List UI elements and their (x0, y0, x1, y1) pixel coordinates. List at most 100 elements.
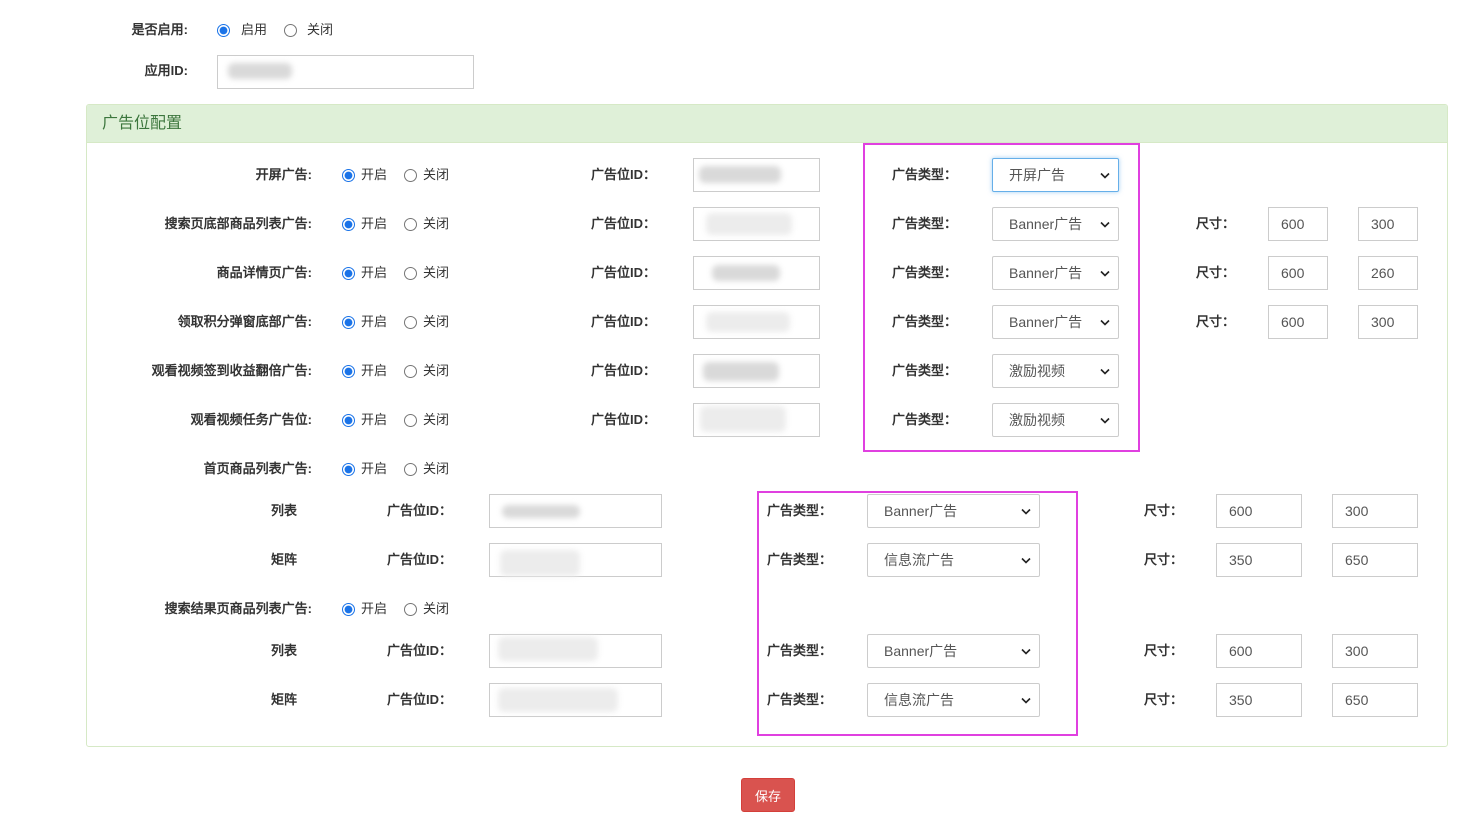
size-width-input[interactable] (1216, 494, 1302, 528)
ad-slot-on-radio[interactable] (342, 316, 355, 329)
list-slot-on-label[interactable]: 开启 (361, 460, 387, 478)
ad-slot-off-label[interactable]: 关闭 (423, 264, 449, 282)
ad-id-input[interactable] (693, 403, 820, 437)
enable-on-label[interactable]: 启用 (241, 21, 267, 39)
ad-slot-on-label[interactable]: 开启 (361, 362, 387, 380)
list-slot-on-radio[interactable] (342, 603, 355, 616)
list-item-label: 列表 (271, 503, 298, 518)
size-label: 尺寸： (1144, 552, 1184, 567)
size-width-input[interactable] (1268, 305, 1328, 339)
size-width-input[interactable] (1268, 256, 1328, 290)
ad-slot-off-label[interactable]: 关闭 (423, 411, 449, 429)
enable-off-radio[interactable] (284, 24, 297, 37)
ad-slot-label: 观看视频签到收益翻倍广告: (151, 363, 312, 378)
list-slot-off-radio[interactable] (404, 463, 417, 476)
ad-slot-on-label[interactable]: 开启 (361, 215, 387, 233)
list-slot-label: 首页商品列表广告: (203, 461, 312, 476)
list-slot-label: 搜索结果页商品列表广告: (164, 601, 312, 616)
ad-slot-off-radio[interactable] (404, 414, 417, 427)
size-height-input[interactable] (1332, 543, 1418, 577)
ad-slot-on-label[interactable]: 开启 (361, 264, 387, 282)
enable-row: 是否启用: 启用 关闭 (0, 13, 1470, 47)
size-height-input[interactable] (1358, 305, 1418, 339)
ad-id-label: 广告位ID： (387, 643, 453, 658)
size-label: 尺寸： (1144, 643, 1184, 658)
ad-id-input[interactable] (489, 634, 662, 668)
list-slot-off-label[interactable]: 关闭 (423, 600, 449, 618)
enable-off-label[interactable]: 关闭 (307, 21, 333, 39)
ad-id-label: 广告位ID： (591, 167, 657, 182)
ad-slot-off-radio[interactable] (404, 218, 417, 231)
ad-slot-row: 商品详情页广告: 开启 关闭 广告位ID： 广告类型： Banner广告 尺寸： (0, 256, 1470, 290)
ad-type-select[interactable]: 信息流广告 (867, 543, 1040, 577)
size-height-input[interactable] (1358, 207, 1418, 241)
ad-id-input[interactable] (489, 683, 662, 717)
ad-slot-on-label[interactable]: 开启 (361, 313, 387, 331)
ad-id-input[interactable] (693, 354, 820, 388)
ad-slot-on-radio[interactable] (342, 414, 355, 427)
ad-type-select[interactable]: Banner广告 (867, 494, 1040, 528)
ad-id-label: 广告位ID： (591, 363, 657, 378)
list-slot-item-row: 列表 广告位ID： 广告类型： Banner广告 尺寸： (0, 634, 1470, 668)
size-height-input[interactable] (1358, 256, 1418, 290)
ad-type-select[interactable]: Banner广告 (867, 634, 1040, 668)
list-slot-off-radio[interactable] (404, 603, 417, 616)
size-width-input[interactable] (1216, 634, 1302, 668)
ad-slot-on-radio[interactable] (342, 365, 355, 378)
ad-type-dropdown: 激励视频 (992, 354, 1119, 388)
ad-slot-off-label[interactable]: 关闭 (423, 362, 449, 380)
size-width-input[interactable] (1216, 543, 1302, 577)
ad-slot-on-radio[interactable] (342, 218, 355, 231)
list-slot-on-label[interactable]: 开启 (361, 600, 387, 618)
ad-type-select[interactable]: 信息流广告 (867, 683, 1040, 717)
ad-id-input[interactable] (693, 207, 820, 241)
list-item-label: 列表 (271, 643, 298, 658)
size-width-input[interactable] (1268, 207, 1328, 241)
list-item-label: 矩阵 (271, 552, 298, 567)
ad-type-label: 广告类型： (767, 643, 833, 658)
ad-slot-label: 开屏广告: (255, 167, 312, 182)
ad-type-select[interactable]: Banner广告 (992, 256, 1119, 290)
ad-type-select[interactable]: 开屏广告 (992, 158, 1119, 192)
ad-slot-off-radio[interactable] (404, 365, 417, 378)
ad-slot-off-label[interactable]: 关闭 (423, 313, 449, 331)
app-id-input[interactable] (217, 55, 474, 89)
size-label: 尺寸： (1196, 314, 1236, 329)
ad-slot-label: 领取积分弹窗底部广告: (177, 314, 312, 329)
ad-slot-off-label[interactable]: 关闭 (423, 166, 449, 184)
size-height-input[interactable] (1332, 494, 1418, 528)
ad-type-select[interactable]: 激励视频 (992, 354, 1119, 388)
ad-slot-row: 观看视频任务广告位: 开启 关闭 广告位ID： 广告类型： 激励视频 (0, 403, 1470, 437)
ad-type-label: 广告类型： (892, 167, 958, 182)
app-id-label: 应用ID: (144, 63, 188, 78)
list-slot-off-label[interactable]: 关闭 (423, 460, 449, 478)
ad-slot-off-radio[interactable] (404, 267, 417, 280)
list-slot-item-row: 矩阵 广告位ID： 广告类型： 信息流广告 尺寸： (0, 543, 1470, 577)
save-button[interactable]: 保存 (741, 778, 795, 812)
ad-id-input[interactable] (693, 305, 820, 339)
ad-type-select[interactable]: Banner广告 (992, 207, 1119, 241)
list-slot-on-radio[interactable] (342, 463, 355, 476)
ad-slot-label: 商品详情页广告: (216, 265, 312, 280)
ad-slot-off-label[interactable]: 关闭 (423, 215, 449, 233)
ad-type-select[interactable]: Banner广告 (992, 305, 1119, 339)
ad-type-select[interactable]: 激励视频 (992, 403, 1119, 437)
ad-id-label: 广告位ID： (591, 216, 657, 231)
ad-id-input[interactable] (693, 158, 820, 192)
size-height-input[interactable] (1332, 634, 1418, 668)
ad-type-label: 广告类型： (892, 216, 958, 231)
enable-on-radio[interactable] (217, 24, 230, 37)
ad-type-dropdown: 信息流广告 (867, 683, 1040, 717)
ad-slot-on-radio[interactable] (342, 267, 355, 280)
size-height-input[interactable] (1332, 683, 1418, 717)
ad-slot-on-label[interactable]: 开启 (361, 166, 387, 184)
ad-slot-off-radio[interactable] (404, 169, 417, 182)
ad-slot-off-radio[interactable] (404, 316, 417, 329)
ad-id-input[interactable] (489, 543, 662, 577)
size-width-input[interactable] (1216, 683, 1302, 717)
ad-slot-on-radio[interactable] (342, 169, 355, 182)
ad-id-input[interactable] (489, 494, 662, 528)
ad-slot-on-label[interactable]: 开启 (361, 411, 387, 429)
ad-id-input[interactable] (693, 256, 820, 290)
ad-id-label: 广告位ID： (591, 412, 657, 427)
